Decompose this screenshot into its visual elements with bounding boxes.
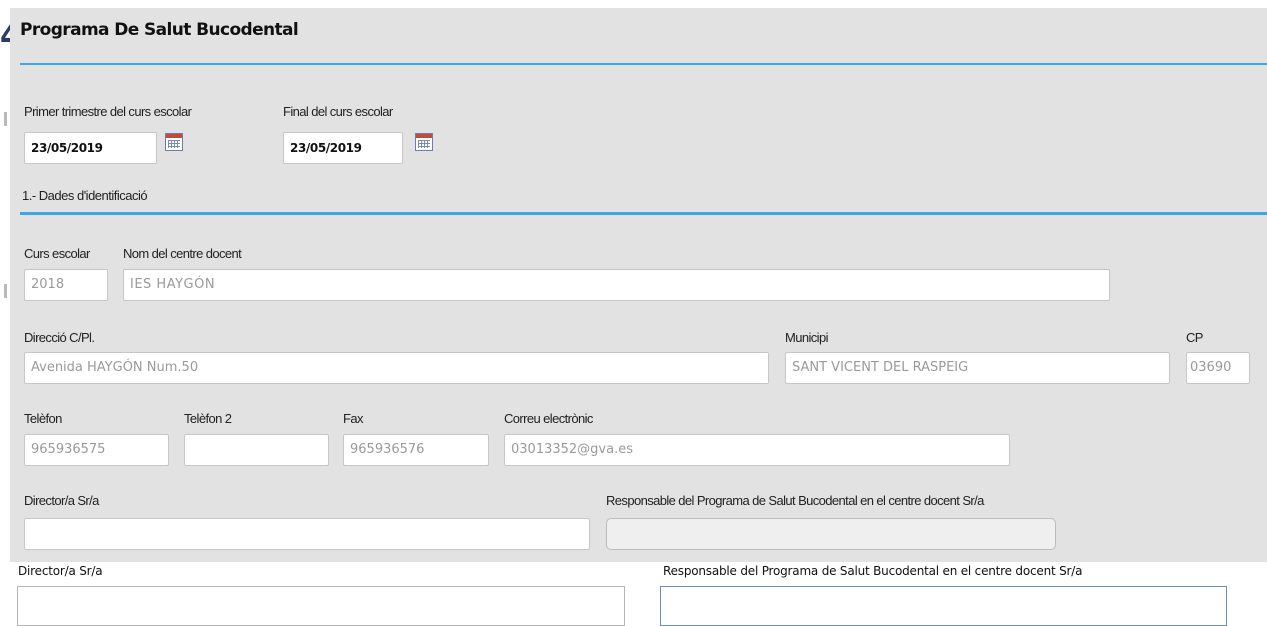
nom-centre-input[interactable]: IES HAYGÓN [123, 269, 1110, 301]
calendar-icon[interactable] [415, 133, 433, 151]
director-input[interactable] [24, 518, 590, 550]
telefon2-label: Telèfon 2 [184, 411, 232, 426]
primer-trimestre-label: Primer trimestre del curs escolar [24, 104, 192, 119]
form-panel: Programa De Salut Bucodental Primer trim… [10, 8, 1267, 562]
telefon2-input[interactable] [184, 434, 329, 466]
background-page-fragment [4, 112, 7, 126]
responsable-input[interactable] [606, 518, 1056, 550]
telefon-label: Telèfon [24, 411, 62, 426]
fax-label: Fax [343, 411, 363, 426]
section-title-identificacio: 1.- Dades d'identificació [22, 188, 148, 203]
nom-centre-label: Nom del centre docent [123, 246, 242, 261]
director-label: Director/a Sr/a [24, 493, 99, 508]
municipi-input[interactable]: SANT VICENT DEL RASPEIG [785, 352, 1170, 384]
correu-input[interactable]: 03013352@gva.es [504, 434, 1010, 466]
calendar-icon[interactable] [165, 133, 183, 151]
cp-label: CP [1186, 330, 1203, 345]
curs-escolar-input[interactable]: 2018 [24, 269, 108, 301]
direccio-input[interactable]: Avenida HAYGÓN Num.50 [24, 352, 769, 384]
title-divider [20, 63, 1267, 65]
cp-input[interactable]: 03690 [1186, 352, 1250, 384]
underlay-responsable-input[interactable] [660, 586, 1227, 626]
final-curs-label: Final del curs escolar [283, 104, 393, 119]
responsable-label: Responsable del Programa de Salut Bucode… [606, 493, 984, 508]
underlay-director-input[interactable] [17, 586, 625, 626]
primer-trimestre-date-input[interactable]: 23/05/2019 [24, 132, 157, 164]
direccio-label: Direcció C/Pl. [24, 330, 95, 345]
page-title: Programa De Salut Bucodental [20, 20, 299, 40]
section-divider [20, 212, 1267, 215]
fax-input[interactable]: 965936576 [343, 434, 489, 466]
curs-escolar-label: Curs escolar [24, 246, 90, 261]
background-page-fragment [4, 284, 7, 298]
underlay-responsable-label: Responsable del Programa de Salut Bucode… [663, 564, 1083, 578]
telefon-input[interactable]: 965936575 [24, 434, 169, 466]
correu-label: Correu electrònic [504, 411, 593, 426]
municipi-label: Municipi [785, 330, 828, 345]
final-curs-date-input[interactable]: 23/05/2019 [283, 132, 403, 164]
underlay-director-label: Director/a Sr/a [18, 564, 103, 578]
